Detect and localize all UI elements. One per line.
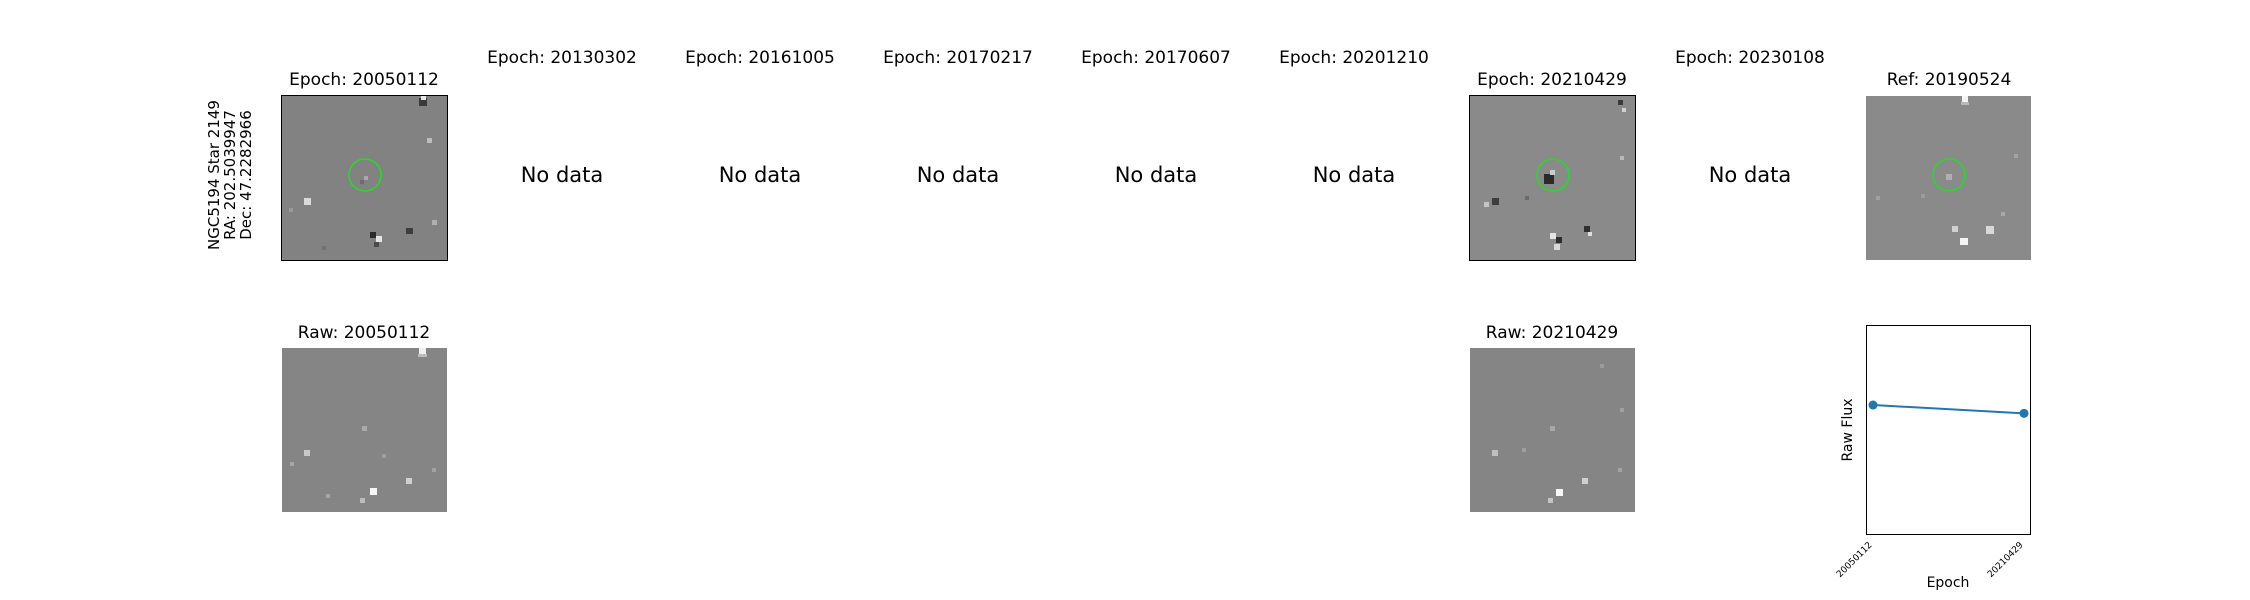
epoch-title-1: Epoch: 20050112: [289, 70, 439, 90]
no-data-20201210: No data: [1312, 163, 1396, 187]
flux-point: [1868, 400, 1878, 410]
x-axis-label: Epoch: [1926, 575, 1970, 591]
epoch-title-7: Epoch: 20210429: [1477, 70, 1627, 90]
flux-plot: [1866, 325, 2031, 538]
x-tick-label: 20050112: [1835, 540, 1875, 580]
no-data-20130302: No data: [520, 163, 604, 187]
raw-image-20050112: [282, 348, 447, 512]
star-name: NGC5194 Star 2149: [205, 100, 223, 250]
epoch-title-5: Epoch: 20170607: [1081, 48, 1231, 68]
diff-image-20210429: [1469, 95, 1636, 261]
star-info-label: NGC5194 Star 2149 RA: 202.5039947 Dec: 4…: [205, 100, 255, 250]
x-tick-label: 20210429: [1986, 540, 2026, 580]
diff-image-20050112: [281, 95, 448, 261]
star-ra: RA: 202.5039947: [221, 110, 239, 240]
no-data-20170217: No data: [916, 163, 1000, 187]
raw-image-20210429: [1470, 348, 1635, 512]
epoch-title-2: Epoch: 20130302: [487, 48, 637, 68]
no-data-20230108: No data: [1708, 163, 1792, 187]
epoch-title-8: Epoch: 20230108: [1675, 48, 1825, 68]
no-data-20170607: No data: [1114, 163, 1198, 187]
raw-title-20210429: Raw: 20210429: [1485, 323, 1619, 343]
epoch-title-6: Epoch: 20201210: [1279, 48, 1429, 68]
epoch-title-3: Epoch: 20161005: [685, 48, 835, 68]
epoch-title-4: Epoch: 20170217: [883, 48, 1033, 68]
star-dec: Dec: 47.2282966: [237, 110, 255, 240]
ref-title: Ref: 20190524: [1886, 70, 2012, 90]
raw-title-20050112: Raw: 20050112: [297, 323, 431, 343]
flux-plot-svg: [1868, 400, 2029, 538]
flux-point: [2019, 408, 2029, 418]
ref-image-20190524: [1866, 96, 2031, 260]
flux-series-line: [1872, 404, 2025, 415]
no-data-20161005: No data: [718, 163, 802, 187]
y-axis-label: Raw Flux: [1840, 398, 1856, 462]
